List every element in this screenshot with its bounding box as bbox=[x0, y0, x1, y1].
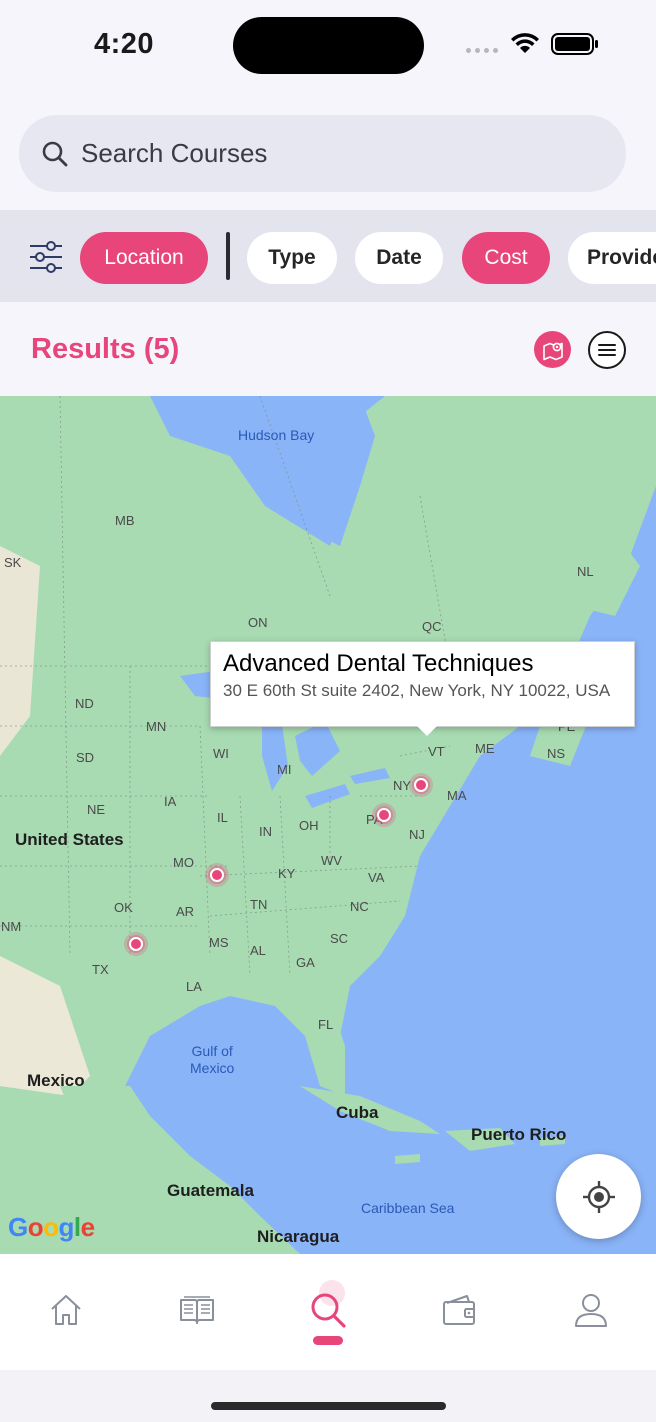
map-label-fl: FL bbox=[318, 1017, 334, 1032]
map-label-wv: WV bbox=[321, 853, 342, 868]
map-marker-pennsylvania[interactable] bbox=[372, 803, 396, 827]
crosshair-icon bbox=[582, 1180, 615, 1213]
chip-location[interactable]: Location bbox=[80, 232, 208, 284]
map-label-tx: TX bbox=[92, 962, 109, 977]
dynamic-island bbox=[233, 17, 424, 74]
map-marker-new-york[interactable] bbox=[409, 773, 433, 797]
map-label-tn: TN bbox=[250, 897, 268, 912]
map-label-qc: QC bbox=[422, 619, 442, 634]
results-title: Results (5) bbox=[31, 333, 180, 365]
map-label-nicaragua: Nicaragua bbox=[257, 1227, 340, 1246]
tab-courses[interactable] bbox=[167, 1280, 227, 1340]
map-label-sc: SC bbox=[330, 931, 349, 946]
map-label-ne: NE bbox=[87, 802, 106, 817]
home-icon bbox=[51, 1295, 81, 1325]
map-label-mi: MI bbox=[277, 762, 292, 777]
map-view[interactable]: Hudson Bay MB SK ON QC NL ND MN SD WI MI… bbox=[0, 396, 656, 1254]
search-icon bbox=[42, 141, 68, 166]
map-label-mexico: Mexico bbox=[27, 1071, 85, 1090]
map-label-nj: NJ bbox=[409, 827, 425, 842]
battery-icon bbox=[551, 33, 598, 55]
map-label-il: IL bbox=[217, 810, 228, 825]
search-input[interactable] bbox=[81, 138, 581, 169]
map-label-nc: NC bbox=[350, 899, 369, 914]
filter-sliders-icon[interactable] bbox=[29, 240, 63, 274]
map-label-me: ME bbox=[475, 741, 495, 756]
map-label-caribbean-sea: Caribbean Sea bbox=[361, 1200, 455, 1216]
map-label-nd: ND bbox=[75, 696, 94, 711]
cellular-signal-icon bbox=[466, 48, 498, 53]
active-tab-indicator bbox=[313, 1336, 343, 1345]
map-label-ns: NS bbox=[547, 746, 566, 761]
map-label-mo: MO bbox=[173, 855, 194, 870]
chip-provider[interactable]: Provider bbox=[568, 232, 656, 284]
status-time: 4:20 bbox=[94, 28, 155, 60]
tab-search[interactable] bbox=[298, 1280, 358, 1340]
tab-profile[interactable] bbox=[561, 1280, 621, 1340]
chip-type[interactable]: Type bbox=[247, 232, 337, 284]
menu-list-icon bbox=[598, 344, 616, 356]
home-indicator[interactable] bbox=[211, 1402, 446, 1410]
tab-wallet[interactable] bbox=[429, 1280, 489, 1340]
map-label-oh: OH bbox=[299, 818, 319, 833]
map-label-nl: NL bbox=[577, 564, 594, 579]
map-label-ar: AR bbox=[176, 904, 195, 919]
callout-title: Advanced Dental Techniques bbox=[223, 650, 534, 677]
map-label-gulf-of-mexico: Gulf of Mexico bbox=[190, 1043, 235, 1076]
results-header: Results (5) bbox=[0, 302, 656, 396]
home-indicator-area bbox=[0, 1370, 656, 1422]
map-label-sd: SD bbox=[76, 750, 95, 765]
map-view-button[interactable] bbox=[534, 331, 571, 368]
map-label-mn: MN bbox=[146, 719, 167, 734]
filter-divider bbox=[226, 232, 230, 280]
status-bar: 4:20 bbox=[0, 0, 656, 90]
tab-home[interactable] bbox=[36, 1280, 96, 1340]
map-label-on: ON bbox=[248, 615, 268, 630]
map-label-guatemala: Guatemala bbox=[167, 1181, 254, 1200]
list-view-button[interactable] bbox=[588, 331, 626, 369]
map-label-ms: MS bbox=[209, 935, 229, 950]
chip-date[interactable]: Date bbox=[355, 232, 443, 284]
wallet-icon bbox=[443, 1295, 475, 1325]
map-label-sk: SK bbox=[4, 555, 22, 570]
map-pin-icon bbox=[542, 342, 563, 360]
map-label-nm: NM bbox=[1, 919, 22, 934]
map-label-ga: GA bbox=[296, 955, 315, 970]
map-marker-texas[interactable] bbox=[124, 932, 148, 956]
callout-address: 30 E 60th St suite 2402, New York, NY 10… bbox=[223, 681, 611, 700]
map-label-ma: MA bbox=[447, 788, 467, 803]
map-label-la: LA bbox=[186, 979, 202, 994]
map-label-vt: VT bbox=[428, 744, 445, 759]
map-label-puerto-rico: Puerto Rico bbox=[471, 1125, 567, 1144]
search-bar[interactable] bbox=[19, 115, 626, 192]
map-label-cuba: Cuba bbox=[336, 1103, 379, 1122]
map-label-va: VA bbox=[368, 870, 385, 885]
chip-cost[interactable]: Cost bbox=[462, 232, 550, 284]
map-label-in: IN bbox=[259, 824, 272, 839]
map-callout[interactable]: Advanced Dental Techniques 30 E 60th St … bbox=[210, 641, 635, 736]
map-label-ky: KY bbox=[278, 866, 296, 881]
google-logo: Google bbox=[8, 1212, 95, 1242]
map-marker-missouri[interactable] bbox=[205, 863, 229, 887]
wifi-icon bbox=[511, 33, 539, 53]
map-label-mb: MB bbox=[115, 513, 135, 528]
map-label-wi: WI bbox=[213, 746, 229, 761]
map-label-hudson-bay: Hudson Bay bbox=[238, 427, 315, 443]
map-label-ia: IA bbox=[164, 794, 177, 809]
map-label-al: AL bbox=[250, 943, 266, 958]
person-icon bbox=[575, 1294, 607, 1327]
filter-bar: Location Type Date Cost Provider bbox=[0, 210, 656, 302]
map-label-united-states: United States bbox=[15, 830, 124, 849]
map-label-ok: OK bbox=[114, 900, 133, 915]
bottom-tab-bar bbox=[0, 1254, 656, 1370]
my-location-button[interactable] bbox=[556, 1154, 641, 1239]
book-icon bbox=[180, 1296, 214, 1324]
